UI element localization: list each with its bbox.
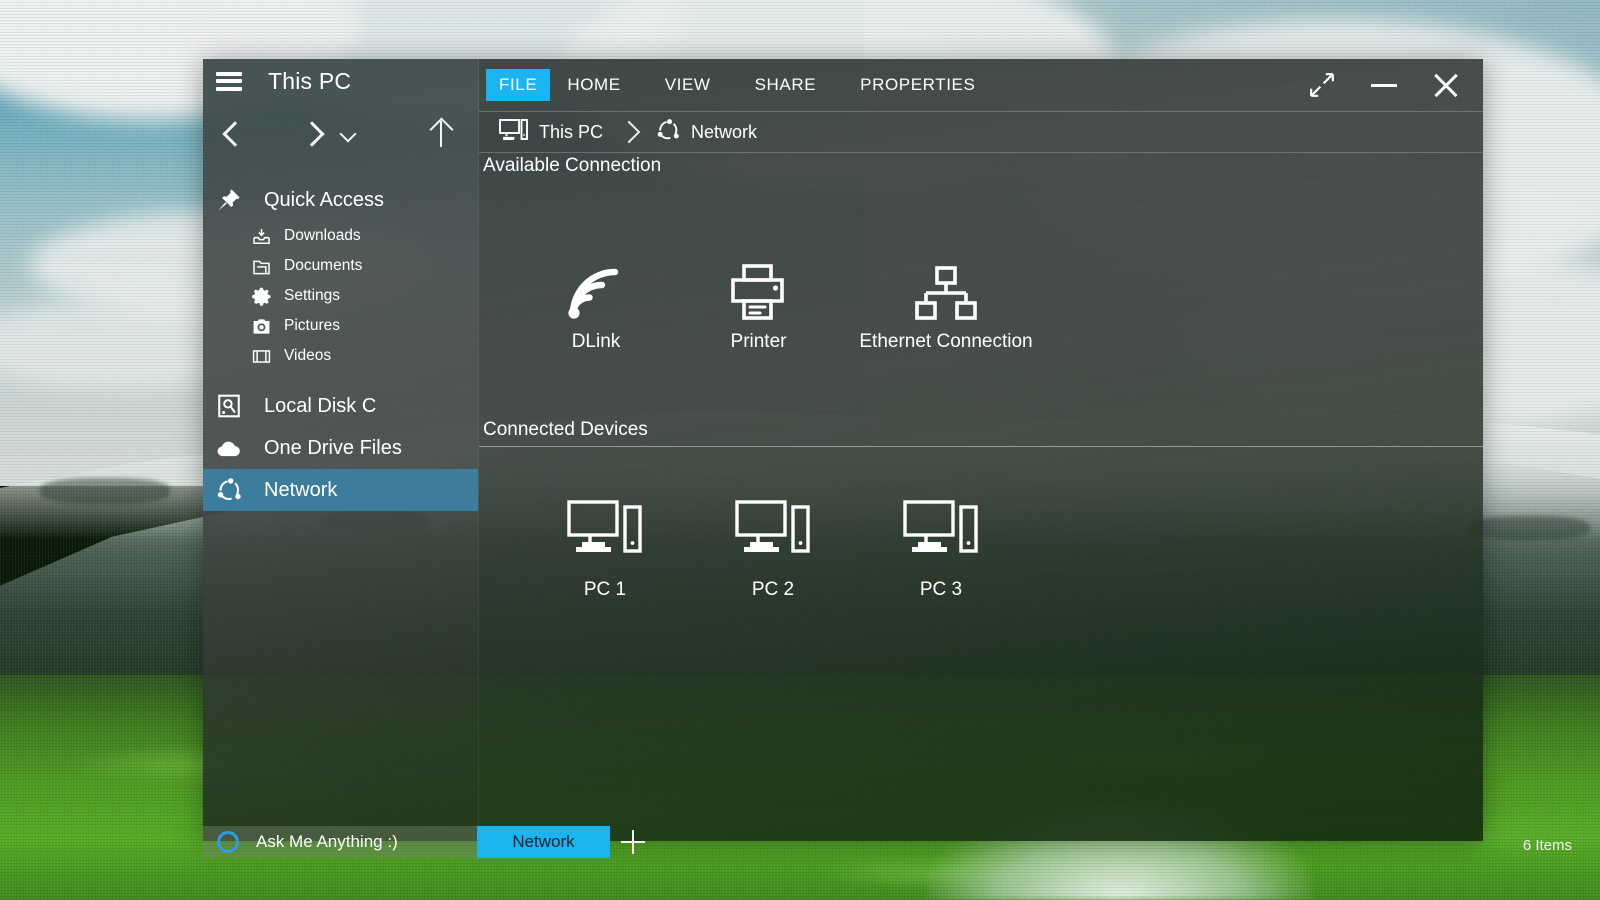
chevron-right-icon [617,120,641,144]
plus-icon [621,830,645,854]
sidebar-item-network[interactable]: Network [203,469,478,511]
network-icon [216,477,250,503]
sidebar-item-documents[interactable]: Documents [203,251,478,281]
breadcrumb-label: Network [691,121,758,142]
breadcrumb: This PC Network [479,111,1483,153]
desktop-computer-icon [566,483,644,561]
cloud-icon [216,435,250,461]
printer-icon [729,235,789,321]
tile-pc-2[interactable]: PC 2 [689,483,857,601]
tab-home[interactable]: HOME [554,69,633,101]
back-arrow-icon[interactable] [213,115,251,153]
download-icon [250,227,272,246]
tab-properties[interactable]: PROPERTIES [847,69,988,101]
sidebar-item-label: Settings [284,287,341,304]
tile-ethernet-connection[interactable]: Ethernet Connection [846,235,1046,353]
network-icon [655,118,681,147]
section-divider [479,446,1483,447]
desktop-computer-icon [734,483,812,561]
film-icon [250,347,272,366]
rock-detail [40,478,170,504]
hamburger-icon[interactable] [216,71,242,91]
tab-view[interactable]: VIEW [652,69,724,101]
section-title: Connected Devices [483,419,648,440]
sidebar-item-label: Downloads [284,227,361,244]
tile-label: PC 3 [919,579,963,600]
sidebar-item-quick-access[interactable]: Quick Access [203,179,478,221]
add-tab-button[interactable] [610,826,656,858]
sidebar-item-pictures[interactable]: Pictures [203,311,478,341]
taskbar-tab-network[interactable]: Network [477,826,610,858]
sidebar: This PC Quick Access Downloads Documents… [203,59,478,841]
sidebar-item-label: Network [264,478,338,501]
maximize-icon [1309,72,1335,98]
chevron-down-icon[interactable] [331,119,365,153]
sidebar-item-label: Pictures [284,317,340,334]
sidebar-item-settings[interactable]: Settings [203,281,478,311]
folder-icon [250,257,272,276]
rock-detail [1470,516,1590,540]
sidebar-item-videos[interactable]: Videos [203,341,478,371]
available-connection-list: DLink Printer Ethernet Connection [479,235,1483,353]
sidebar-item-label: Documents [284,257,363,274]
tab-share[interactable]: SHARE [742,69,830,101]
wifi-icon [566,235,626,321]
tile-label: Ethernet Connection [859,331,1033,352]
tile-label: Printer [730,331,787,352]
sidebar-title: This PC [268,67,352,94]
minimize-button[interactable] [1353,59,1415,111]
tile-printer[interactable]: Printer [671,235,846,353]
sidebar-item-label: Local Disk C [264,394,377,417]
sidebar-item-one-drive-files[interactable]: One Drive Files [203,427,478,469]
this-pc-icon [499,118,529,147]
minimize-icon [1371,83,1397,87]
cortana-search[interactable]: Ask Me Anything :) [203,826,477,858]
tab-file[interactable]: FILE [486,69,551,101]
close-icon [1432,71,1460,99]
close-button[interactable] [1415,59,1477,111]
desktop-computer-icon [902,483,980,561]
breadcrumb-label: This PC [539,121,604,142]
sidebar-item-label: Videos [284,347,332,364]
section-header-available-connection: Available Connection [479,155,1483,189]
tile-pc-3[interactable]: PC 3 [857,483,1025,601]
navigation-bar [203,103,478,165]
ethernet-icon [913,235,979,321]
breadcrumb-item-this-pc[interactable]: This PC [499,118,603,147]
pin-icon [216,187,250,213]
cortana-ring-icon [217,831,239,853]
taskbar: Ask Me Anything :) Network [203,826,656,858]
tile-dlink[interactable]: DLink [521,235,671,353]
maximize-button[interactable] [1291,59,1353,111]
sidebar-item-downloads[interactable]: Downloads [203,221,478,251]
file-explorer-window: This PC Quick Access Downloads Documents… [203,59,1483,841]
tile-pc-1[interactable]: PC 1 [521,483,689,601]
sidebar-item-label: Quick Access [264,188,385,211]
cortana-label: Ask Me Anything :) [256,832,398,851]
tile-label: DLink [571,331,621,352]
hard-disk-icon [216,393,250,419]
ribbon-tabs: FILE HOME VIEW SHARE PROPERTIES [479,59,1483,111]
tile-label: PC 2 [751,579,795,600]
sidebar-header: This PC [203,59,478,103]
breadcrumb-item-network[interactable]: Network [655,118,757,147]
window-controls [1291,59,1477,111]
gear-icon [250,287,272,306]
main-pane: FILE HOME VIEW SHARE PROPERTIES This PC … [478,59,1483,841]
section-header-connected-devices: Connected Devices [479,419,1483,453]
section-title: Available Connection [483,155,662,176]
camera-icon [250,317,272,336]
sidebar-item-label: One Drive Files [264,436,402,459]
forward-arrow-icon[interactable] [295,115,333,153]
tile-label: PC 1 [583,579,627,600]
sidebar-item-local-disk-c[interactable]: Local Disk C [203,385,478,427]
connected-devices-list: PC 1 PC 2 PC 3 [479,483,1483,601]
status-item-count: 6 Items [1522,837,1572,854]
up-arrow-icon[interactable] [422,115,460,153]
